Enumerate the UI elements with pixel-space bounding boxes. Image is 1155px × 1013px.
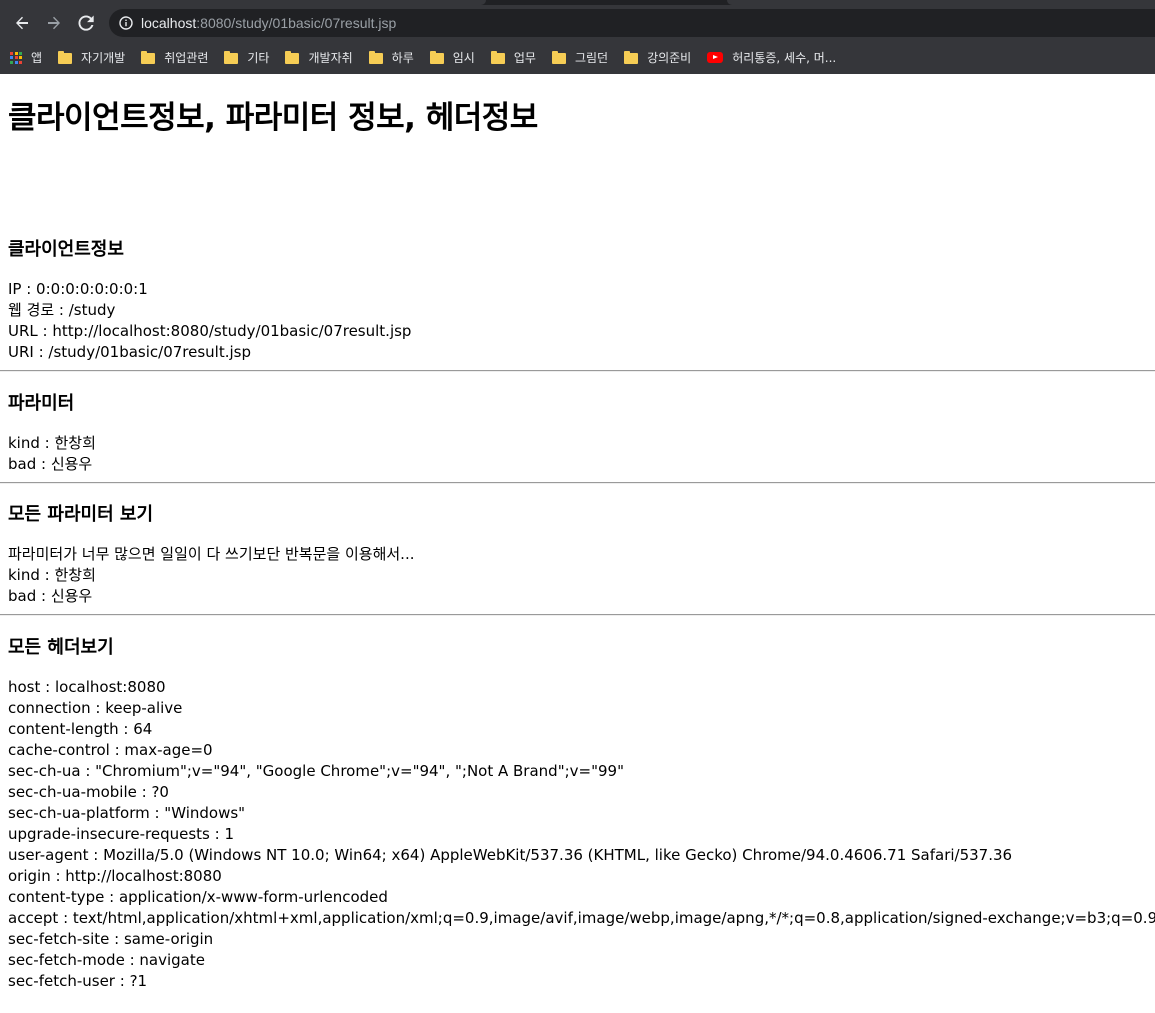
parameters-section: 파라미터 kind : 한창희 bad : 신용우 [8, 392, 1147, 475]
param-bad: bad : 신용우 [8, 587, 93, 605]
bookmark-label: 기타 [247, 51, 270, 65]
bookmark-label: 하루 [391, 51, 414, 65]
bookmark-label: 강의준비 [647, 51, 692, 65]
header-line: sec-ch-ua-platform : "Windows" [8, 804, 246, 822]
header-line: user-agent : Mozilla/5.0 (Windows NT 10.… [8, 846, 1013, 864]
divider [0, 614, 1155, 616]
address-path: :8080/study/01basic/07result.jsp [196, 15, 397, 31]
bookmark-label: 취업관련 [164, 51, 209, 65]
all-params-note: 파라미터가 너무 많으면 일일이 다 쓰기보단 반복문을 이용해서... [8, 545, 415, 563]
all-headers-section: 모든 헤더보기 host : localhost:8080 connection… [8, 636, 1155, 992]
info-icon[interactable] [119, 16, 133, 30]
bookmark-label: 업무 [513, 51, 536, 65]
divider [0, 482, 1155, 484]
bookmarks-bar: 앱 자기개발 취업관련 기타 개발자취 하루 임시 업무 그림던 강의준비 허리… [0, 41, 1155, 74]
header-line: sec-ch-ua-mobile : ?0 [8, 783, 169, 801]
folder-icon [624, 51, 639, 64]
reload-icon [78, 15, 94, 31]
bookmark-folder[interactable]: 그림던 [544, 45, 616, 71]
client-url: URL : http://localhost:8080/study/01basi… [8, 322, 412, 340]
bookmark-folder[interactable]: 개발자취 [277, 45, 360, 71]
bookmark-label: 그림던 [574, 51, 609, 65]
client-info-section: 클라이언트정보 IP : 0:0:0:0:0:0:0:1 웹 경로 : /stu… [8, 238, 1147, 363]
param-kind: kind : 한창희 [8, 434, 96, 452]
client-info-list: IP : 0:0:0:0:0:0:0:1 웹 경로 : /study URL :… [8, 279, 1147, 363]
header-line: connection : keep-alive [8, 699, 183, 717]
bookmark-youtube[interactable]: 허리통증, 세수, 머... [699, 45, 844, 71]
folder-icon [490, 51, 505, 64]
bookmark-folder[interactable]: 업무 [483, 45, 544, 71]
header-line: origin : http://localhost:8080 [8, 867, 222, 885]
header-line: content-type : application/x-www-form-ur… [8, 888, 388, 906]
bookmark-folder[interactable]: 임시 [422, 45, 483, 71]
bookmark-label: 허리통증, 세수, 머... [732, 51, 837, 65]
all-headers-heading: 모든 헤더보기 [8, 637, 114, 658]
all-parameters-list: 파라미터가 너무 많으면 일일이 다 쓰기보단 반복문을 이용해서... kin… [8, 544, 1147, 607]
reload-button[interactable] [72, 9, 100, 37]
browser-chrome: localhost:8080/study/01basic/07result.js… [0, 0, 1155, 74]
bookmark-folder[interactable]: 기타 [216, 45, 277, 71]
forward-arrow-icon [48, 16, 60, 30]
browser-toolbar: localhost:8080/study/01basic/07result.js… [0, 5, 1155, 41]
header-line: sec-fetch-mode : navigate [8, 951, 205, 969]
bookmark-folder[interactable]: 취업관련 [133, 45, 216, 71]
apps-grid-icon [10, 51, 22, 64]
header-line: sec-fetch-site : same-origin [8, 930, 214, 948]
header-line: content-length : 64 [8, 720, 153, 738]
bookmark-label: 자기개발 [81, 51, 126, 65]
youtube-icon [707, 52, 724, 63]
folder-icon [368, 51, 383, 64]
bookmark-apps[interactable]: 앱 [0, 45, 50, 71]
param-bad: bad : 신용우 [8, 455, 93, 473]
forward-button[interactable] [40, 9, 68, 37]
folder-icon [285, 51, 300, 64]
bookmark-label: 앱 [31, 51, 43, 65]
headers-list: host : localhost:8080 connection : keep-… [8, 677, 1155, 992]
folder-icon [141, 51, 156, 64]
bookmark-folder[interactable]: 강의준비 [616, 45, 699, 71]
back-arrow-icon [16, 16, 28, 30]
header-line: sec-fetch-user : ?1 [8, 972, 148, 990]
header-line: cache-control : max-age=0 [8, 741, 213, 759]
client-uri: URI : /study/01basic/07result.jsp [8, 343, 252, 361]
folder-icon [429, 51, 444, 64]
divider [0, 370, 1155, 372]
folder-icon [58, 51, 73, 64]
page-content: 클라이언트정보, 파라미터 정보, 헤더정보 클라이언트정보 IP : 0:0:… [0, 98, 1155, 992]
folder-icon [551, 51, 566, 64]
address-host: localhost [141, 15, 197, 31]
folder-icon [224, 51, 239, 64]
header-line: accept : text/html,application/xhtml+xml… [8, 909, 1155, 927]
bookmark-label: 임시 [452, 51, 475, 65]
client-ip: IP : 0:0:0:0:0:0:0:1 [8, 280, 148, 298]
param-kind: kind : 한창희 [8, 566, 96, 584]
back-button[interactable] [8, 9, 36, 37]
address-url: localhost:8080/study/01basic/07result.js… [141, 15, 396, 31]
bookmark-label: 개발자취 [308, 51, 353, 65]
parameters-list: kind : 한창희 bad : 신용우 [8, 433, 1147, 475]
client-context-path: 웹 경로 : /study [8, 301, 116, 319]
parameters-heading: 파라미터 [8, 393, 75, 414]
all-parameters-section: 모든 파라미터 보기 파라미터가 너무 많으면 일일이 다 쓰기보단 반복문을 … [8, 503, 1147, 607]
header-line: upgrade-insecure-requests : 1 [8, 825, 234, 843]
header-line: sec-ch-ua : "Chromium";v="94", "Google C… [8, 762, 624, 780]
bookmark-folder[interactable]: 하루 [361, 45, 422, 71]
all-parameters-heading: 모든 파라미터 보기 [8, 504, 154, 525]
header-line: host : localhost:8080 [8, 678, 166, 696]
bookmark-folder[interactable]: 자기개발 [50, 45, 133, 71]
page-title: 클라이언트정보, 파라미터 정보, 헤더정보 [8, 100, 538, 136]
address-bar[interactable]: localhost:8080/study/01basic/07result.js… [109, 9, 1155, 37]
client-info-heading: 클라이언트정보 [8, 239, 124, 260]
